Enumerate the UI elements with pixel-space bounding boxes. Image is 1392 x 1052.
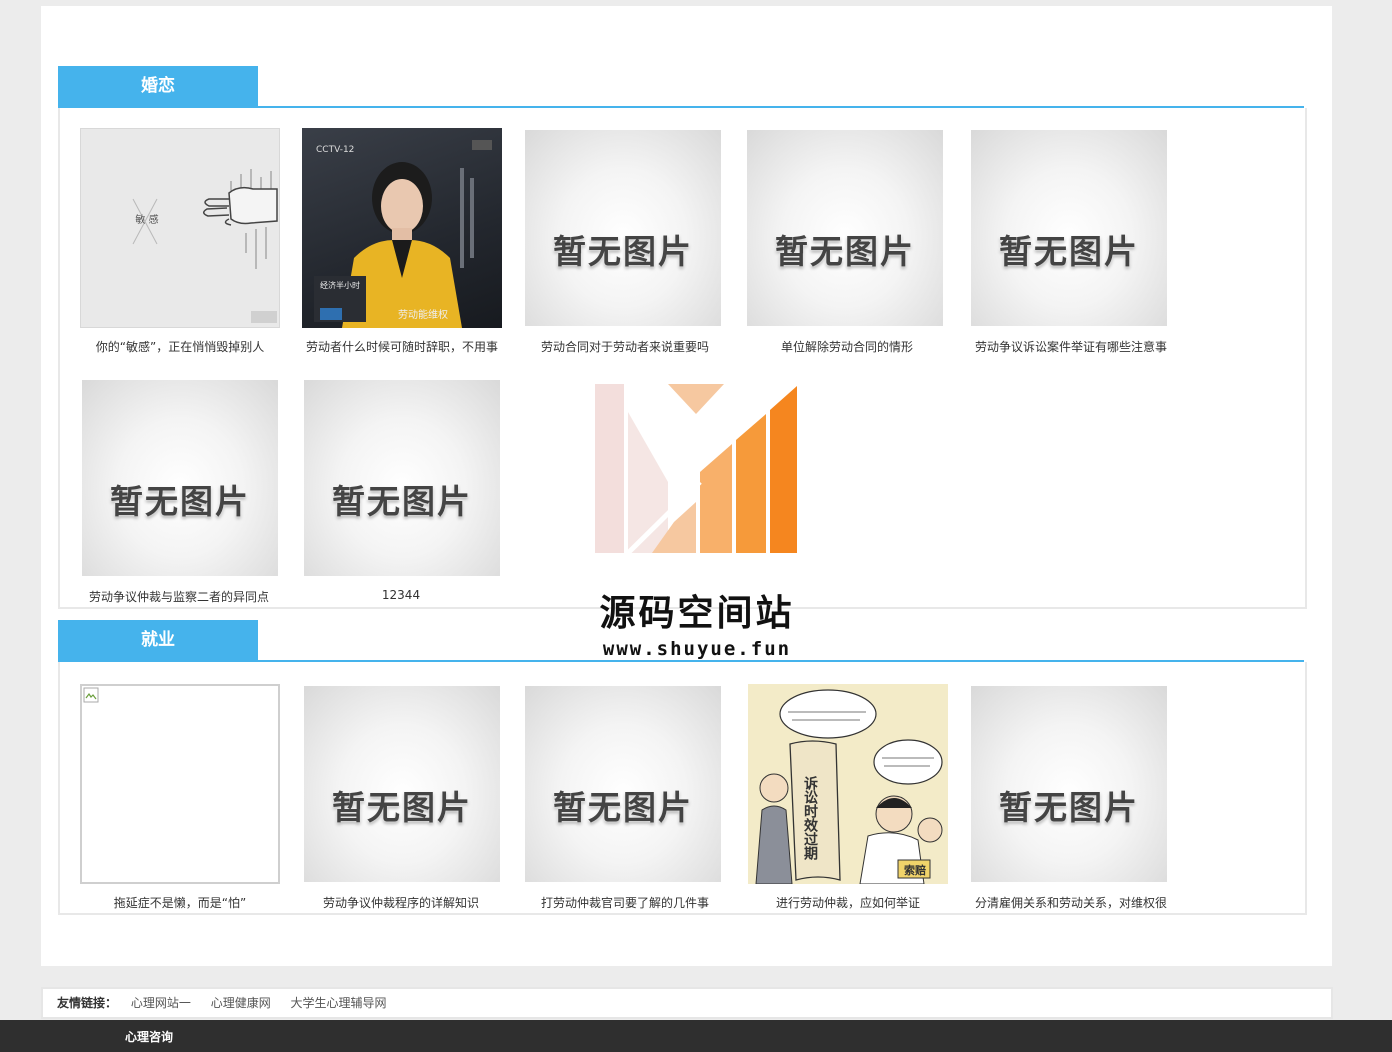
section-tab-marriage[interactable]: 婚恋: [58, 66, 258, 106]
friend-link[interactable]: 心理网站一: [131, 996, 191, 1010]
article-thumbnail[interactable]: 暂无图片: [304, 380, 500, 576]
section-header-marriage: 婚恋: [58, 66, 1304, 108]
friend-links-bar: 友情链接： 心理网站一 心理健康网 大学生心理辅导网: [41, 987, 1333, 1019]
article-thumbnail[interactable]: 暂无图片: [82, 380, 278, 576]
svg-text:CCTV-12: CCTV-12: [316, 145, 354, 155]
no-image-placeholder-text: 暂无图片: [999, 232, 1139, 271]
svg-text:劳动能维权: 劳动能维权: [398, 308, 448, 321]
svg-text:诉讼时效过期: 诉讼时效过期: [802, 775, 818, 861]
svg-text:经济半小时: 经济半小时: [320, 280, 360, 290]
article-thumbnail[interactable]: CCTV-12 经济半小时 劳动能维权: [302, 128, 502, 328]
article-caption[interactable]: 劳动者什么时候可随时辞职，不用事: [297, 338, 507, 355]
no-image-placeholder-text: 暂无图片: [553, 788, 693, 827]
article-thumbnail[interactable]: 暂无图片: [971, 686, 1167, 882]
article-thumbnail[interactable]: 暂无图片: [304, 686, 500, 882]
no-image-placeholder-text: 暂无图片: [775, 232, 915, 271]
footer-site-name[interactable]: 心理咨询: [125, 1030, 173, 1044]
site-logo-icon: [595, 384, 797, 555]
article-thumbnail[interactable]: 暂无图片: [747, 130, 943, 326]
article-thumbnail[interactable]: 暂无图片: [525, 686, 721, 882]
svg-text:索赔: 索赔: [904, 863, 926, 877]
article-caption[interactable]: 进行劳动仲裁，应如何举证: [743, 894, 953, 911]
article-caption[interactable]: 劳动合同对于劳动者来说重要吗: [520, 338, 730, 355]
article-caption[interactable]: 劳动争议诉讼案件举证有哪些注意事: [966, 338, 1176, 355]
article-thumbnail[interactable]: 暂无图片: [971, 130, 1167, 326]
broken-image-icon: [83, 687, 99, 703]
article-caption[interactable]: 单位解除劳动合同的情形: [742, 338, 952, 355]
no-image-placeholder-text: 暂无图片: [110, 482, 250, 521]
watermark-logo: 源码空间站 www.shuyue.fun: [582, 382, 812, 667]
article-caption[interactable]: 分清雇佣关系和劳动关系，对维权很: [966, 894, 1176, 911]
article-caption[interactable]: 你的“敏感”，正在悄悄毁掉别人: [75, 338, 285, 355]
bottom-footer-bar: 心理咨询: [0, 1020, 1392, 1052]
article-caption[interactable]: 打劳动仲裁官司要了解的几件事: [520, 894, 730, 911]
article-caption[interactable]: 劳动争议仲裁程序的详解知识: [296, 894, 506, 911]
article-thumbnail[interactable]: 诉讼时效过期 索赔: [748, 684, 948, 884]
broken-image[interactable]: [80, 684, 280, 884]
article-caption[interactable]: 拖延症不是懒，而是“怕”: [75, 894, 285, 911]
svg-text:敏 感: 敏 感: [135, 213, 158, 226]
friend-links-label: 友情链接：: [57, 996, 118, 1010]
article-thumbnail[interactable]: 暂无图片: [525, 130, 721, 326]
article-caption[interactable]: 12344: [296, 588, 506, 602]
article-caption[interactable]: 劳动争议仲裁与监察二者的异同点: [74, 588, 284, 605]
watermark-url: www.shuyue.fun: [602, 638, 792, 660]
friend-link[interactable]: 大学生心理辅导网: [291, 996, 387, 1010]
no-image-placeholder-text: 暂无图片: [332, 788, 472, 827]
article-thumbnail[interactable]: 敏 感: [80, 128, 280, 328]
watermark-title: 源码空间站: [599, 593, 795, 634]
no-image-placeholder-text: 暂无图片: [999, 788, 1139, 827]
no-image-placeholder-text: 暂无图片: [332, 482, 472, 521]
no-image-placeholder-text: 暂无图片: [553, 232, 693, 271]
friend-link[interactable]: 心理健康网: [211, 996, 271, 1010]
section-tab-employment[interactable]: 就业: [58, 620, 258, 660]
